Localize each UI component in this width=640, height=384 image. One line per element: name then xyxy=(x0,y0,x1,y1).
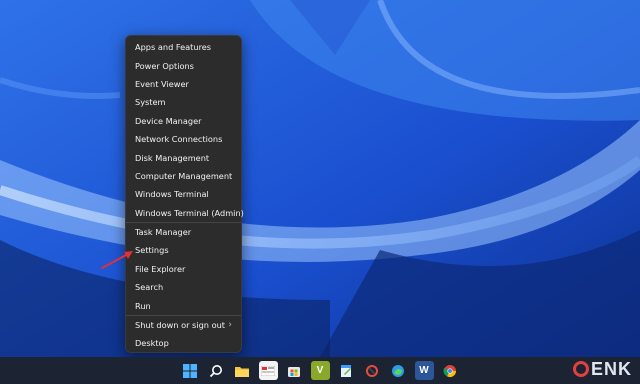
menu-item-label: Disk Management xyxy=(135,152,210,163)
menu-item-label: Network Connections xyxy=(135,134,223,145)
word-icon[interactable]: W xyxy=(414,361,434,380)
menu-item-event-viewer[interactable]: Event Viewer xyxy=(126,75,241,93)
menu-item-label: Event Viewer xyxy=(135,78,189,89)
menu-item-system[interactable]: System xyxy=(126,93,241,111)
search-icon[interactable] xyxy=(207,361,226,380)
edge-icon[interactable] xyxy=(389,361,408,380)
menu-item-label: Settings xyxy=(135,245,169,256)
desktop-wallpaper xyxy=(0,0,640,384)
windows-start-icon[interactable] xyxy=(181,361,200,380)
mail-app-icon[interactable] xyxy=(258,361,278,380)
snipping-tool-icon[interactable] xyxy=(363,361,382,380)
red-arrow-icon xyxy=(101,251,133,269)
menu-item-label: Desktop xyxy=(135,338,169,349)
menu-item-label: Run xyxy=(135,300,151,311)
menu-item-label: Search xyxy=(135,282,164,293)
menu-item-label: File Explorer xyxy=(135,263,186,274)
menu-item-shut-down-or-sign-out[interactable]: Shut down or sign out › xyxy=(126,316,241,334)
menu-item-label: Device Manager xyxy=(135,115,202,126)
file-explorer-icon[interactable] xyxy=(233,361,252,380)
menu-item-label: System xyxy=(135,97,166,108)
notepad-icon[interactable] xyxy=(337,361,356,380)
menu-item-search[interactable]: Search xyxy=(126,278,241,296)
menu-item-apps-and-features[interactable]: Apps and Features xyxy=(126,38,241,56)
menu-item-computer-management[interactable]: Computer Management xyxy=(126,167,241,185)
menu-item-device-manager[interactable]: Device Manager xyxy=(126,112,241,130)
menu-item-run[interactable]: Run xyxy=(126,296,241,314)
quick-link-context-menu: Apps and Features Power Options Event Vi… xyxy=(125,35,244,353)
menu-item-label: Shut down or sign out xyxy=(135,320,225,331)
menu-item-label: Windows Terminal xyxy=(135,189,209,200)
watermark-text: ENK xyxy=(590,358,632,379)
menu-item-desktop[interactable]: Desktop xyxy=(126,334,241,352)
menu-item-settings[interactable]: Settings xyxy=(126,241,241,259)
taskbar: V W xyxy=(0,357,640,384)
menu-item-windows-terminal[interactable]: Windows Terminal xyxy=(126,185,241,203)
menu-item-label: Apps and Features xyxy=(135,42,212,53)
menu-item-disk-management[interactable]: Disk Management xyxy=(126,148,241,166)
menu-item-power-options[interactable]: Power Options xyxy=(126,56,241,74)
menu-item-task-manager[interactable]: Task Manager xyxy=(126,223,241,241)
genk-watermark: ENK xyxy=(572,357,632,381)
genk-logo-icon xyxy=(572,361,589,377)
menu-item-label: Windows Terminal (Admin) xyxy=(135,207,244,218)
menu-item-windows-terminal-admin[interactable]: Windows Terminal (Admin) xyxy=(126,204,244,222)
chevron-right-icon: › xyxy=(228,320,232,331)
chrome-icon[interactable] xyxy=(441,361,460,380)
menu-item-file-explorer[interactable]: File Explorer xyxy=(126,260,241,278)
vim-icon[interactable]: V xyxy=(310,361,330,380)
menu-item-network-connections[interactable]: Network Connections xyxy=(126,130,241,148)
menu-item-label: Computer Management xyxy=(135,170,233,181)
microsoft-store-icon[interactable] xyxy=(285,361,304,380)
menu-item-label: Power Options xyxy=(135,60,194,71)
menu-item-label: Task Manager xyxy=(135,227,192,238)
